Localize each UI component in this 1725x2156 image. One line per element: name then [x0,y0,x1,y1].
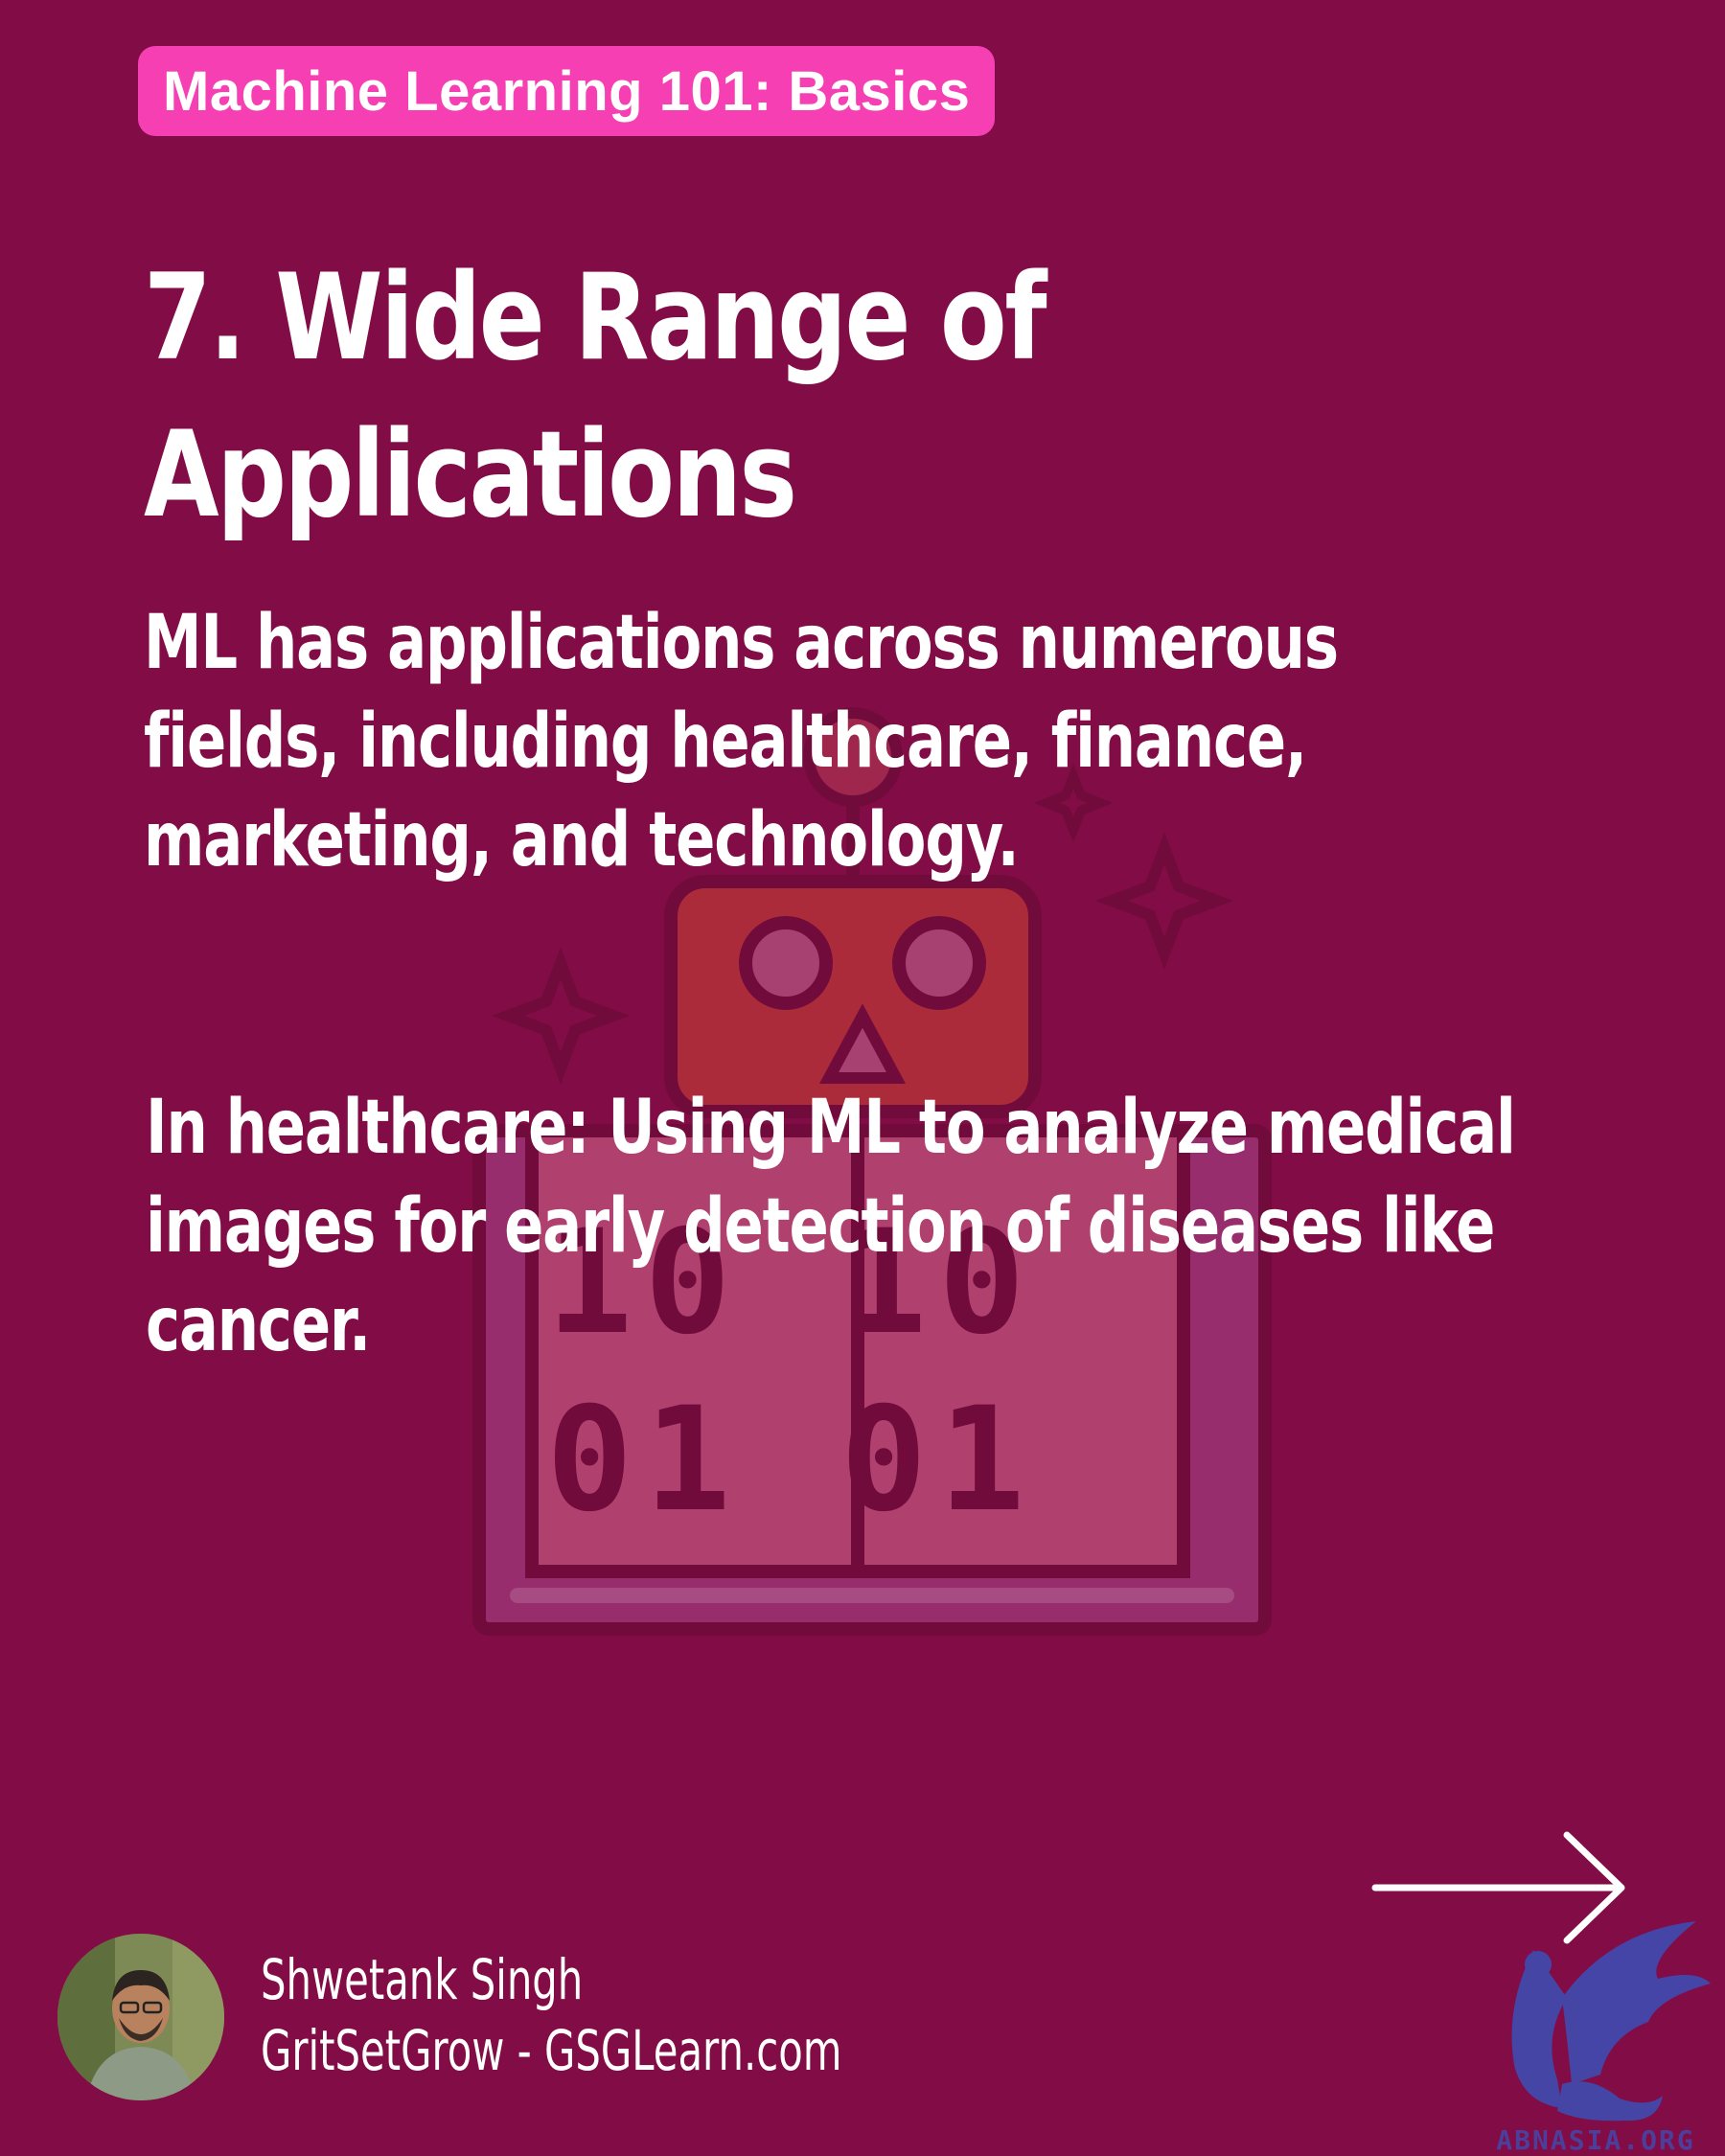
example-line-2: images for early detection of diseases l… [146,1183,1495,1270]
intro-line-2: fields, including healthcare, finance, [144,699,1307,785]
illustration-row2: 01 01 [546,1377,1037,1544]
slide: 10 10 01 01 Machine Learning 101: Basics… [0,0,1725,2156]
example-paragraph: In healthcare: Using ML to analyze medic… [146,1079,1700,1375]
series-badge-label: Machine Learning 101: Basics [163,59,971,123]
author-site: GritSetGrow - GSGLearn.com [261,2018,842,2083]
watermark-text: ABNASIA.ORG [1496,2124,1694,2156]
example-line-1: In healthcare: Using ML to analyze medic… [146,1085,1516,1171]
intro-line-3: marketing, and technology. [144,797,1020,883]
series-badge: Machine Learning 101: Basics [138,46,996,136]
author-avatar [58,1934,224,2100]
intro-paragraph: ML has applications across numerous fiel… [144,594,1430,890]
title-line-2: Applications [144,406,797,544]
author-name: Shwetank Singh [261,1947,584,2012]
intro-line-1: ML has applications across numerous [144,600,1339,686]
griffin-logo: ABNASIA.ORG [1496,1921,1711,2156]
title-line-1: 7. Wide Range of [144,249,1047,387]
example-line-3: cancer. [146,1282,371,1368]
page-title: 7. Wide Range of Applications [144,240,1322,554]
